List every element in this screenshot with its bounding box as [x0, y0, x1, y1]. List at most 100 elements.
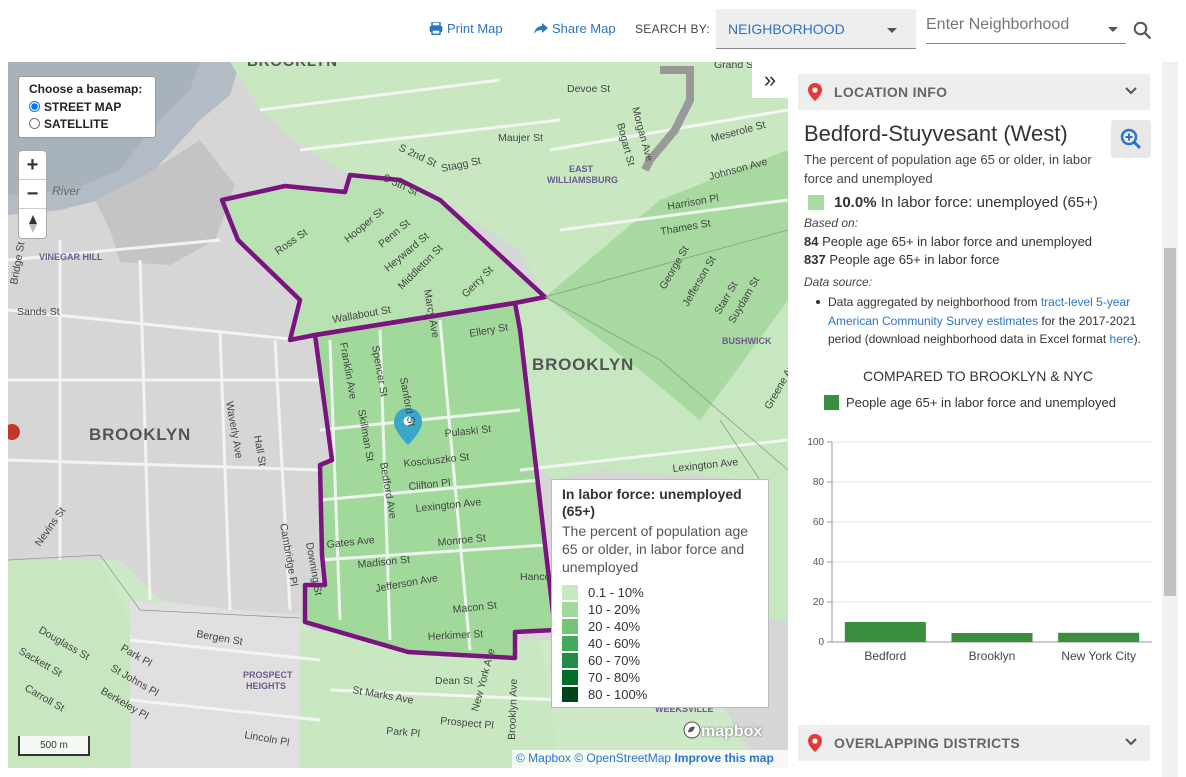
improve-map-link[interactable]: Improve this map	[674, 751, 773, 765]
street-label: Brooklyn Ave	[506, 678, 520, 740]
legend-bin-row: 10 - 20%	[562, 601, 758, 618]
location-info-header[interactable]: LOCATION INFO	[798, 74, 1150, 110]
chevron-down-icon[interactable]	[1108, 27, 1118, 32]
legend-bin-label: 40 - 60%	[588, 636, 641, 651]
search-by-label: SEARCH BY:	[635, 22, 711, 36]
mapbox-logo-icon	[683, 721, 701, 739]
attribution-mapbox-link[interactable]: © Mapbox	[516, 751, 571, 765]
print-icon	[429, 22, 443, 35]
map-pin-icon	[808, 734, 822, 752]
label-prospect-heights-2: HEIGHTS	[246, 681, 286, 691]
legend-bin-label: 80 - 100%	[588, 687, 648, 702]
y-tick-label: 100	[807, 437, 824, 448]
legend-bin-label: 60 - 70%	[588, 653, 641, 668]
y-tick-label: 80	[813, 477, 825, 488]
zoom-in-button[interactable]: +	[19, 151, 46, 180]
basemap-option-satellite[interactable]: SATELLITE	[29, 115, 145, 132]
bar-bedford	[844, 622, 926, 642]
compass-icon	[28, 214, 37, 233]
count-laborforce-label: People age 65+ in labor force	[829, 252, 1000, 267]
x-tick-label: Bedford	[864, 649, 906, 663]
legend-bin-label: 70 - 80%	[588, 670, 641, 685]
overlapping-districts-header[interactable]: OVERLAPPING DISTRICTS	[798, 725, 1150, 761]
street-map-radio[interactable]	[29, 101, 40, 112]
street-map-label: STREET MAP	[44, 99, 122, 114]
download-excel-link[interactable]: here	[1110, 332, 1134, 346]
double-chevron-right-icon: »	[763, 67, 777, 92]
neighborhood-search-field[interactable]	[926, 12, 1126, 44]
label-bushwick: BUSHWICK	[722, 336, 772, 346]
satellite-label: SATELLITE	[44, 116, 109, 131]
legend-swatch	[562, 670, 578, 685]
chevron-down-icon[interactable]	[1124, 735, 1138, 749]
y-tick-label: 40	[813, 557, 825, 568]
legend-swatch	[562, 619, 578, 634]
value-color-swatch	[808, 195, 824, 210]
mapbox-logo[interactable]: mapbox	[683, 721, 762, 741]
scrollbar-thumb[interactable]	[1164, 248, 1176, 596]
indicator-description: The percent of population age 65 or olde…	[804, 152, 1092, 186]
legend-swatch	[562, 687, 578, 702]
neighborhood-search-input[interactable]	[926, 12, 1096, 34]
bar-new-york-city	[1058, 632, 1140, 642]
legend-bin-label: 0.1 - 10%	[588, 585, 644, 600]
legend-bin-label: 20 - 40%	[588, 619, 641, 634]
legend-bin-row: 0.1 - 10%	[562, 584, 758, 601]
y-tick-label: 20	[813, 597, 825, 608]
count-laborforce-row: 837 People age 65+ in labor force	[804, 252, 1000, 267]
collapse-panel-button[interactable]: »	[752, 62, 788, 98]
based-on-label: Based on:	[804, 216, 859, 230]
legend-bin-row: 20 - 40%	[562, 618, 758, 635]
count-unemployed-value: 84	[804, 234, 819, 249]
mapbox-logo-text: mapbox	[701, 723, 763, 740]
basemap-option-street[interactable]: STREET MAP	[29, 98, 145, 115]
neighborhood-title: Bedford-Stuyvesant (West)	[804, 121, 1068, 146]
print-map-label: Print Map	[447, 21, 503, 36]
location-info-label: LOCATION INFO	[834, 84, 948, 100]
compass-button[interactable]	[19, 209, 46, 238]
print-map-button[interactable]: Print Map	[429, 21, 503, 36]
street-label: Devoe St	[567, 83, 610, 95]
source-text-pre: Data aggregated by neighborhood from	[828, 295, 1038, 309]
legend-swatch	[562, 653, 578, 668]
indicator-value-row: 10.0% In labor force: unemployed (65+)	[808, 194, 1098, 211]
street-label: Maujer St	[498, 132, 543, 144]
street-label: Sands St	[17, 306, 60, 318]
map-pin-icon	[808, 83, 822, 101]
comparison-legend: People age 65+ in labor force and unempl…	[824, 395, 1116, 410]
attribution-osm-link[interactable]: © OpenStreetMap	[574, 751, 671, 765]
label-east-williamsburg-2: WILLIAMSBURG	[547, 175, 618, 185]
street-label: River	[52, 184, 81, 198]
source-text-end: ).	[1133, 332, 1141, 346]
bar-brooklyn	[951, 633, 1033, 642]
zoom-to-button[interactable]	[1111, 120, 1151, 158]
label-east-williamsburg-1: EAST	[569, 164, 594, 174]
legend-swatch	[562, 585, 578, 600]
map-view[interactable]: BROOKLYN BROOKLYN BROOKLYN EAST WILLIAMS…	[8, 62, 788, 768]
legend-bin-row: 70 - 80%	[562, 669, 758, 686]
chevron-down-icon[interactable]	[1124, 84, 1138, 98]
comparison-legend-swatch	[824, 395, 839, 410]
legend-description: The percent of population age 65 or olde…	[562, 523, 749, 575]
indicator-value-label: In labor force: unemployed (65+)	[880, 194, 1098, 211]
label-brooklyn-top: BROOKLYN	[247, 62, 338, 70]
zoom-control: + −	[18, 150, 47, 239]
map-scale: 500 m	[18, 736, 90, 756]
label-vinegar-hill: VINEGAR HILL	[39, 252, 103, 262]
search-by-select[interactable]: NEIGHBORHOOD	[716, 9, 916, 49]
share-map-button[interactable]: Share Map	[534, 21, 616, 36]
search-icon[interactable]	[1133, 21, 1152, 40]
satellite-radio[interactable]	[29, 118, 40, 129]
label-prospect-heights-1: PROSPECT	[243, 670, 293, 680]
count-laborforce-value: 837	[804, 252, 826, 267]
basemap-chooser: Choose a basemap: STREET MAP SATELLITE	[18, 76, 156, 138]
data-source-text: Data aggregated by neighborhood from tra…	[828, 293, 1148, 349]
label-brooklyn-center: BROOKLYN	[532, 355, 634, 374]
data-source-label: Data source:	[804, 275, 873, 289]
legend-bin-row: 40 - 60%	[562, 635, 758, 652]
share-map-label: Share Map	[552, 21, 616, 36]
map-attribution: © Mapbox © OpenStreetMap Improve this ma…	[512, 750, 788, 768]
chevron-down-icon	[887, 28, 897, 33]
count-unemployed-label: People age 65+ in labor force and unempl…	[822, 234, 1093, 249]
zoom-out-button[interactable]: −	[19, 180, 46, 209]
